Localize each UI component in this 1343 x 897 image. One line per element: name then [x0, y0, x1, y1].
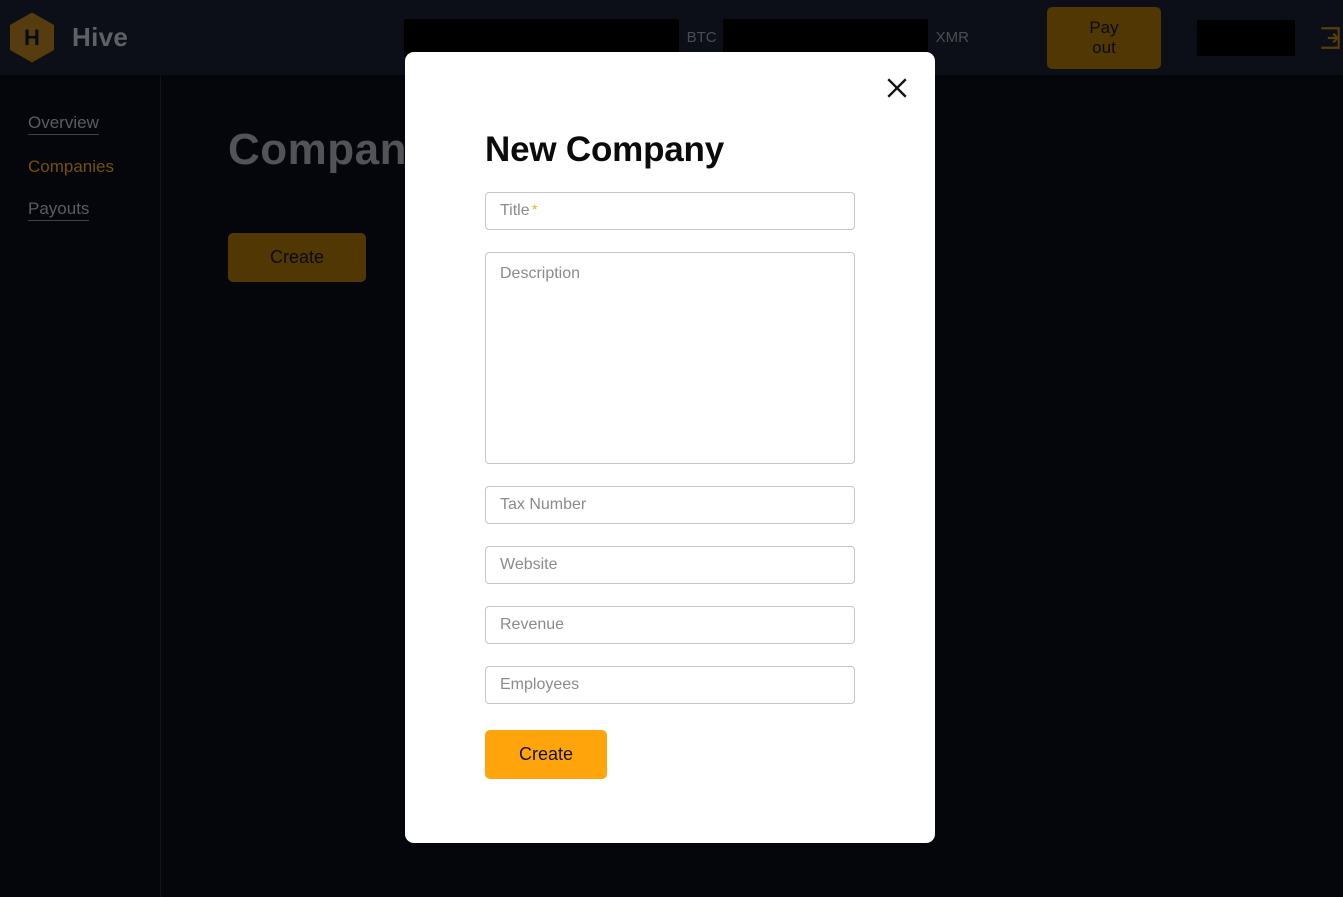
title-field-wrapper: *	[485, 192, 855, 230]
tax-number-input[interactable]	[485, 486, 855, 524]
modal-create-submit-button[interactable]: Create	[485, 730, 608, 779]
title-input[interactable]	[485, 192, 855, 230]
website-input[interactable]	[485, 546, 855, 584]
employees-input[interactable]	[485, 666, 855, 704]
description-textarea[interactable]	[485, 252, 855, 464]
revenue-input[interactable]	[485, 606, 855, 644]
close-icon[interactable]	[882, 73, 912, 103]
modal-title: New Company	[485, 130, 724, 169]
modal-body: New Company * Create	[405, 52, 935, 779]
app-root: H Hive BTC XMR Pay out Overview Companie…	[0, 0, 1343, 897]
new-company-modal: New Company * Create	[405, 52, 935, 843]
